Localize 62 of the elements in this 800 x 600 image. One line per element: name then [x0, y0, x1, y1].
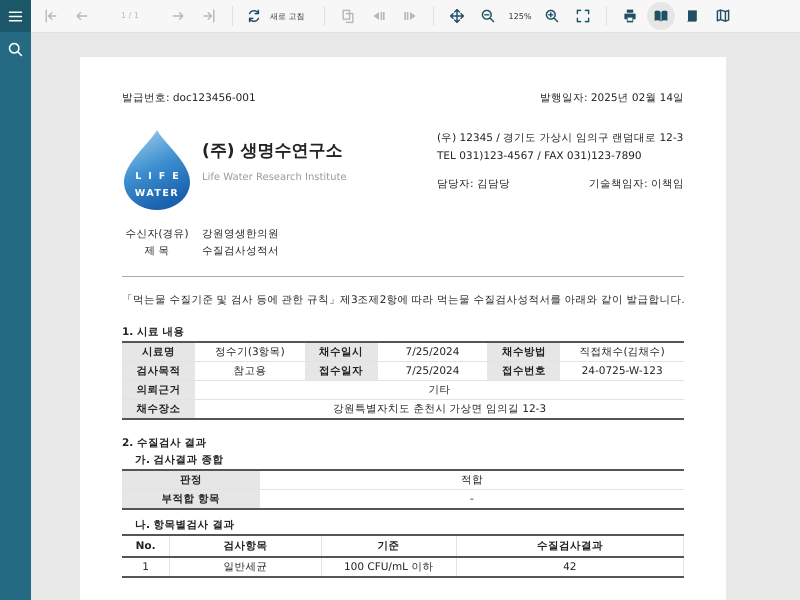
column-header: 검사항목	[170, 535, 322, 557]
table-cell: 24-0725-W-123	[560, 362, 684, 380]
column-header: No.	[122, 535, 170, 557]
table-cell: 강원특별자치도 춘천시 가상면 임의길 12-3	[195, 400, 684, 419]
table-cell: 일반세균	[170, 557, 322, 577]
table-cell: 1	[122, 557, 170, 577]
search-icon	[7, 40, 24, 58]
table-header-cell: 채수방법	[487, 342, 560, 362]
table-cell: 42	[456, 557, 684, 577]
print-icon	[622, 8, 638, 24]
menu-button[interactable]	[0, 0, 31, 32]
company-name: (주) 생명수연구소	[202, 140, 344, 162]
column-header: 기준	[321, 535, 456, 557]
table-header-cell: 채수장소	[122, 400, 196, 419]
field-label: 수신자(경유)	[124, 227, 190, 241]
address-line: (우) 12345 / 경기도 가상시 임의구 랜덤대로 12-3	[437, 131, 684, 145]
table-cell: 기타	[195, 380, 684, 400]
book-button[interactable]	[647, 2, 676, 30]
field-value: 강원영생한의원	[202, 227, 280, 241]
table-header-cell: 검사목적	[122, 362, 196, 380]
statement-text: 「먹는물 수질기준 및 검사 등에 관한 규칙」제3조제2항에 따라 먹는물 수질검사성적서를 아래와 같이 발급합니다.	[122, 293, 684, 307]
field-value: 수질검사성적서	[202, 244, 280, 258]
fullscreen-icon	[575, 8, 592, 24]
section-title: 2. 수질검사 결과	[122, 436, 208, 450]
field-label: 제 목	[143, 244, 171, 258]
subsection-title: 나. 항목별검사 결과	[135, 518, 236, 532]
open-book-icon	[653, 8, 670, 24]
table-cell: 적합	[260, 470, 684, 490]
table-cell: 100 CFU/mL 이하	[321, 557, 456, 577]
table-header-cell: 부적합 항목	[122, 490, 260, 509]
issue-number: 발급번호: doc123456-001	[122, 91, 256, 105]
logo-text: LIFE	[134, 171, 187, 182]
last-page-icon	[201, 8, 217, 24]
section-title: 1. 시료 내용	[122, 325, 186, 339]
issue-date: 발행일자: 2025년 02월 14일	[540, 91, 684, 105]
first-page-icon	[43, 8, 59, 24]
logo-text: WATER	[134, 188, 180, 199]
table-header-cell: 시료명	[122, 342, 196, 362]
address-line: TEL 031)123-4567 / FAX 031)123-7890	[437, 150, 643, 162]
zoom-level-button[interactable]: 125%	[504, 2, 536, 30]
water-drop-icon	[122, 129, 192, 211]
copy-icon	[340, 8, 356, 24]
table-cell: 참고용	[195, 362, 305, 380]
refresh-icon	[246, 8, 262, 24]
contact-person: 담당자: 김담당	[437, 177, 510, 191]
zoom-out-icon	[480, 8, 496, 24]
contact-person: 기술책임자: 이책임	[589, 177, 684, 191]
table-header-cell: 접수번호	[487, 362, 560, 380]
company-english-name: Life Water Research Institute	[202, 172, 348, 183]
refresh-button[interactable]: 새로 고침	[242, 2, 315, 30]
table-header-cell: 의뢰근거	[122, 380, 196, 400]
zoom-in-icon	[544, 8, 560, 24]
table-header-cell: 판정	[122, 470, 260, 490]
table-cell: 정수기(3항목)	[195, 342, 305, 362]
map-icon	[715, 8, 732, 24]
table-cell: -	[260, 490, 684, 509]
table-header-cell: 채수일시	[304, 342, 378, 362]
table-cell: 직접채수(김채수)	[560, 342, 684, 362]
subsection-title: 가. 검사결과 종합	[135, 453, 224, 467]
move-icon	[448, 8, 465, 24]
table-header-cell: 접수일자	[304, 362, 378, 380]
column-header: 수질검사결과	[456, 535, 684, 557]
